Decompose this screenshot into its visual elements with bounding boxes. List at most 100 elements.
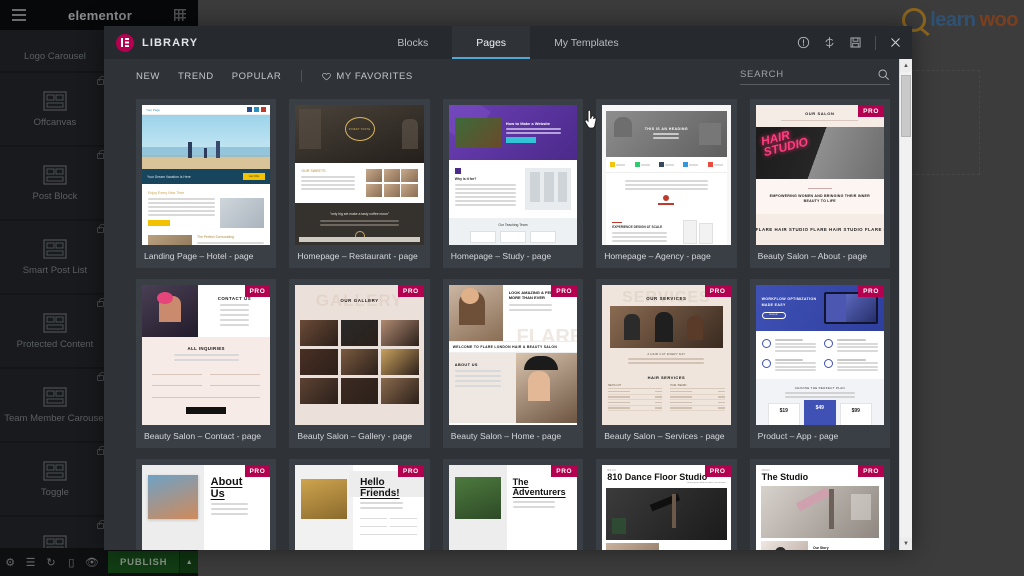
pro-badge: PRO [397,465,424,477]
publish-button[interactable]: PUBLISH [108,551,180,573]
widget-offcanvas-icon[interactable]: Offcanvas [0,73,110,145]
filter-new[interactable]: NEW [136,71,160,82]
template-grid-scroll-area[interactable]: Your Page Your Dream Vacation Is Here Ge… [104,93,912,550]
widget-post-block-icon[interactable]: Post Block [0,147,110,219]
close-x-icon[interactable] [889,36,902,49]
search-input[interactable] [740,68,877,80]
template-title: Beauty Salon – Gallery - page [297,431,413,441]
template-thumbnail[interactable]: About Us PRO [142,465,271,550]
save-floppy-icon[interactable] [849,36,862,49]
template-thumbnail[interactable]: Hello Friends! PRO [295,465,424,550]
template-card[interactable]: The Adventurers PRO [442,459,584,550]
template-card[interactable]: MENU 810 Dance Floor Studio Lorem ipsum … [596,459,737,550]
template-thumbnail[interactable]: FINEST TASTE OUR SWEETS "only big set ma… [295,105,424,245]
toggle-icon [43,461,67,481]
filter-trend[interactable]: TREND [178,71,214,82]
chevron-up-icon[interactable]: ▲ [179,551,198,573]
search-field[interactable] [740,68,890,85]
scroll-down-arrow-icon[interactable]: ▼ [900,537,912,550]
lock-icon [96,446,106,455]
tab-my-templates[interactable]: My Templates [530,26,643,59]
pro-badge: PRO [704,285,731,297]
sync-refresh-icon[interactable] [823,36,836,49]
template-card[interactable]: LOOK AMAZING & FEEL FAR MORE THAN EVER F… [442,279,584,448]
template-thumbnail[interactable]: MENU 810 Dance Floor Studio Lorem ipsum … [602,465,731,550]
post-block-icon [43,165,67,185]
pro-badge: PRO [858,285,884,297]
pro-badge: PRO [551,465,578,477]
template-thumbnail[interactable]: The Adventurers PRO [448,465,578,550]
hamburger-menu-icon[interactable] [12,9,26,21]
widget-label: Protected Content [16,338,94,350]
template-title: Homepage – Agency - page [604,251,711,261]
template-card[interactable]: THIS IS AN HEADING EXPERIENCE DESIGN AT … [596,99,737,268]
template-card[interactable]: Your Page Your Dream Vacation Is Here Ge… [136,99,277,268]
navigator-layers-icon[interactable]: ☰ [20,548,40,576]
tab-pages-label: Pages [476,36,507,49]
pro-badge: PRO [551,285,578,297]
template-card[interactable]: CONTACT US ALL INQUIRIES PRO Beauty Salon… [136,279,277,448]
pro-badge: PRO [397,285,424,297]
tab-pages[interactable]: Pages [452,26,531,59]
widget-smart-post-list-icon[interactable]: Smart Post List [0,221,110,293]
widget-logo-carousel-icon[interactable]: Logo Carousel [0,30,110,71]
template-thumbnail[interactable]: THIS IS AN HEADING EXPERIENCE DESIGN AT … [602,105,731,245]
template-title: Homepage – Study - page [450,251,552,261]
template-card[interactable]: SERVICES OUR SERVICES A HAIR CUT EVERY D… [596,279,737,448]
settings-gear-icon[interactable]: ⚙ [0,548,20,576]
template-title: Product – App - page [757,431,839,441]
widget-team-member-carousel-icon[interactable]: Team Member Carousel [0,369,110,441]
tab-my-templates-label: My Templates [554,36,619,49]
widget-label: Smart Post List [22,264,88,276]
scrollbar-thumb[interactable] [901,75,911,137]
template-thumbnail[interactable]: MENU The Studio Our Story PRO [755,465,884,550]
lock-icon [96,520,106,529]
template-card[interactable]: GALLERY OUR GALLERY PRO Beauty Salon – Ga… [289,279,430,448]
tab-blocks-label: Blocks [397,36,429,49]
template-card[interactable]: WORKFLOW OPTIMIZATION MADE EASY SIGN UP [749,279,890,448]
app-grid-icon[interactable] [174,9,186,21]
learnwoo-watermark: learn woo [902,8,1018,32]
protected-content-icon [43,313,67,333]
search-icon[interactable] [877,68,890,81]
pro-badge: PRO [858,465,884,477]
modal-scrollbar[interactable]: ▲ ▼ [899,59,912,550]
template-title: Beauty Salon – Home - page [450,431,562,441]
lock-icon [96,224,106,233]
template-thumbnail[interactable]: OUR SALON HAIR STUDIO EMPOWERING WOMEN AN… [755,105,884,245]
filter-popular[interactable]: POPULAR [232,71,282,82]
lock-icon [96,298,106,307]
template-card[interactable]: FINEST TASTE OUR SWEETS "only big set ma… [289,99,430,268]
template-thumbnail[interactable]: Your Page Your Dream Vacation Is Here Ge… [142,105,271,245]
widget-toggle-icon[interactable]: Toggle [0,443,110,515]
lock-icon [96,372,106,381]
pro-badge: PRO [704,465,731,477]
template-card[interactable]: About Us PRO [136,459,277,550]
template-thumbnail[interactable]: How to Make a Website Why is it for? Our… [448,105,578,245]
template-card[interactable]: Hello Friends! PRO [289,459,430,550]
header-divider [875,35,876,50]
template-title: Homepage – Restaurant - page [297,251,418,261]
widget-protected-content-icon[interactable]: Protected Content [0,295,110,367]
template-thumbnail[interactable]: LOOK AMAZING & FEEL FAR MORE THAN EVER F… [448,285,578,425]
scroll-up-arrow-icon[interactable]: ▲ [900,59,912,72]
filter-my-favorites-label: MY FAVORITES [336,70,413,82]
template-thumbnail[interactable]: CONTACT US ALL INQUIRIES PRO [142,285,271,425]
template-card[interactable]: How to Make a Website Why is it for? Our… [442,99,584,268]
pro-badge: PRO [244,465,271,477]
template-thumbnail[interactable]: WORKFLOW OPTIMIZATION MADE EASY SIGN UP [755,285,884,425]
responsive-monitor-icon[interactable]: ▯ [61,548,81,576]
template-thumbnail[interactable]: GALLERY OUR GALLERY PRO [295,285,424,425]
preview-eye-icon[interactable]: 👁 [82,548,102,576]
panel-footer: ⚙ ☰ ↻ ▯ 👁 PUBLISH ▲ [0,548,198,576]
filter-my-favorites[interactable]: MY FAVORITES [322,71,413,82]
template-card[interactable]: MENU The Studio Our Story PRO [749,459,890,550]
template-thumbnail[interactable]: SERVICES OUR SERVICES A HAIR CUT EVERY D… [602,285,731,425]
widget-label: Offcanvas [33,116,77,128]
watermark-prefix: learn [930,8,976,31]
help-circle-icon[interactable] [797,36,810,49]
template-title: Beauty Salon – About - page [757,251,868,261]
tab-blocks[interactable]: Blocks [373,26,452,59]
template-card[interactable]: OUR SALON HAIR STUDIO EMPOWERING WOMEN AN… [749,99,890,268]
history-clock-icon[interactable]: ↻ [41,548,61,576]
